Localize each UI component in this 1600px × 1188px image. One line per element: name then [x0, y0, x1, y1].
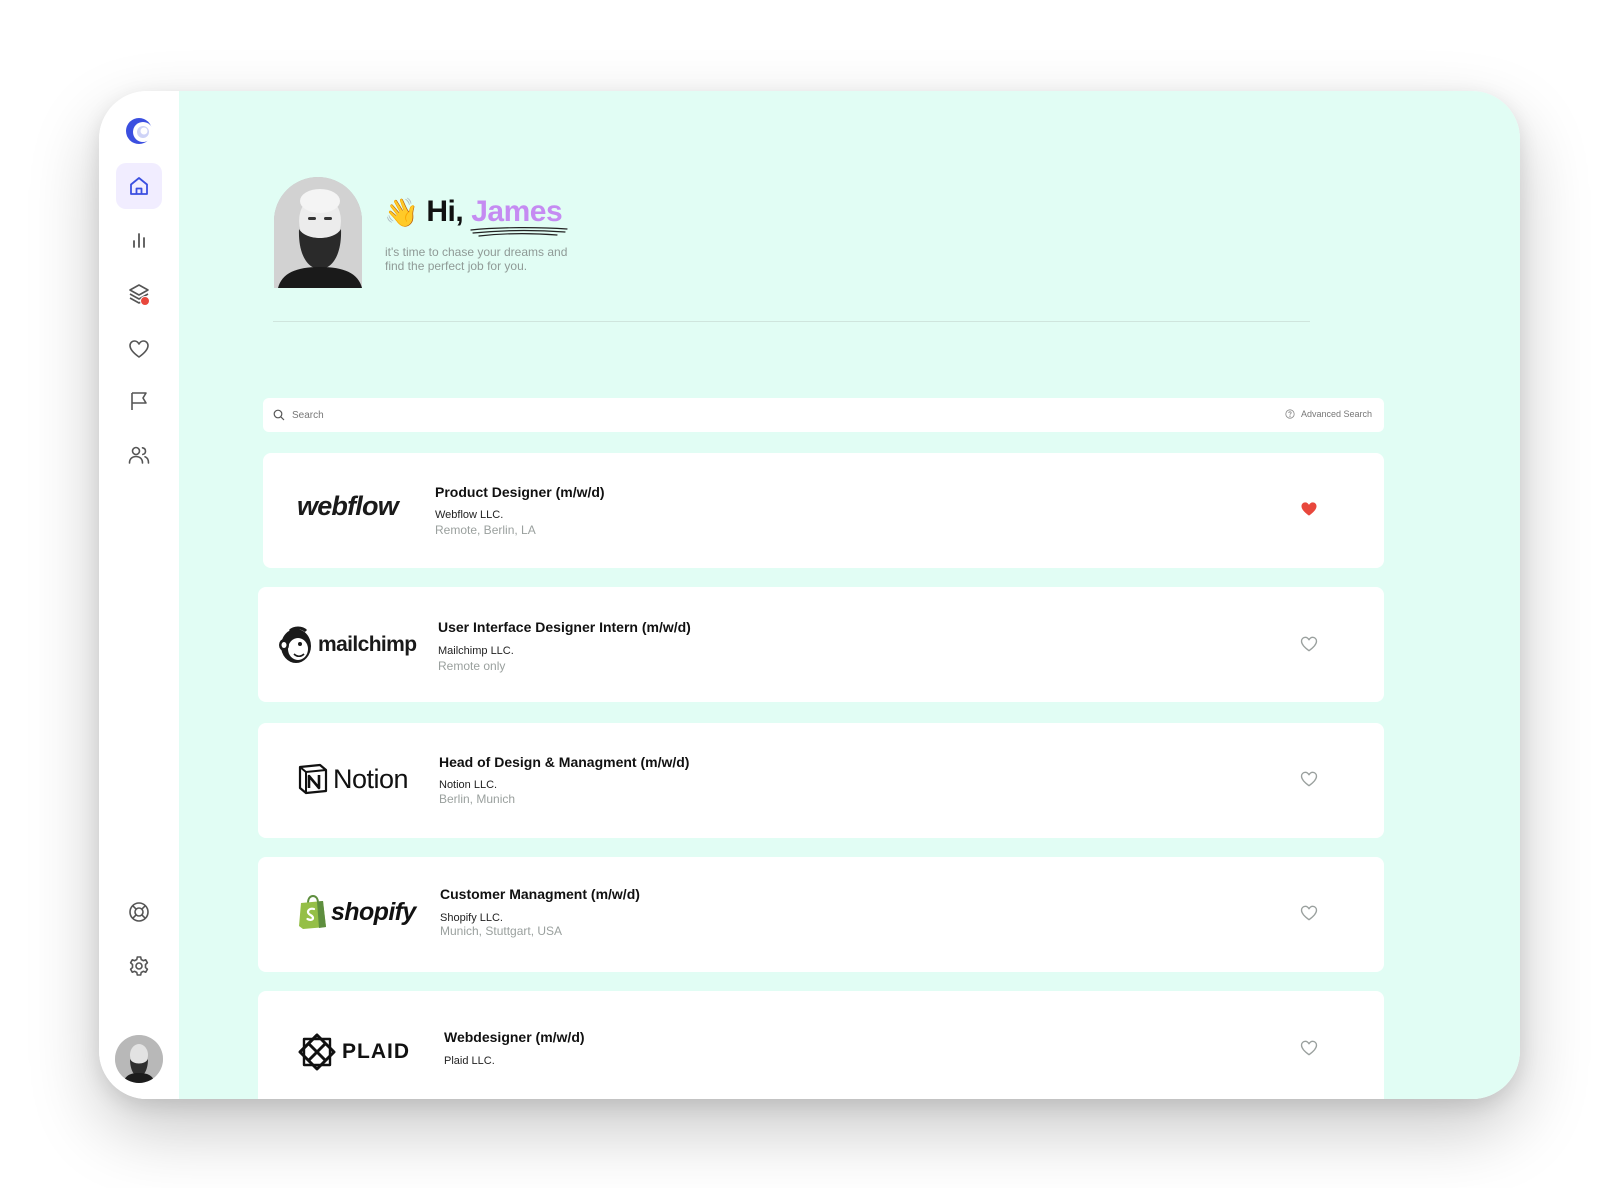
user-name: James: [471, 195, 563, 228]
notion-n-icon: [298, 763, 328, 795]
sidebar-item-layers[interactable]: [116, 271, 162, 317]
job-company: Notion LLC.: [439, 779, 498, 791]
settings-gear-icon: [129, 956, 149, 976]
heart-filled-icon: [1301, 502, 1317, 516]
favorite-button[interactable]: [1299, 499, 1319, 519]
favorite-button[interactable]: [1299, 634, 1319, 654]
section-divider: [273, 321, 1310, 322]
home-icon: [130, 177, 148, 195]
plaid-logo-text: PLAID: [342, 1040, 410, 1063]
users-icon: [128, 446, 150, 464]
heart-outline-icon: [1300, 905, 1318, 921]
job-card-notion[interactable]: Notion Head of Design & Managment (m/w/d…: [258, 723, 1384, 838]
shopify-bag-icon: [299, 895, 326, 929]
job-location: Remote only: [438, 659, 506, 673]
heart-icon: [129, 340, 149, 358]
heart-outline-icon: [1300, 771, 1318, 787]
job-location: Munich, Stuttgart, USA: [440, 924, 563, 938]
greeting-name: James: [470, 195, 568, 237]
greeting-hi: Hi,: [426, 195, 464, 228]
job-title[interactable]: Customer Managment (m/w/d): [440, 886, 640, 902]
notification-badge: [140, 296, 150, 306]
sidebar-item-stats[interactable]: [116, 217, 162, 263]
job-location: Berlin, Munich: [439, 792, 516, 806]
job-title[interactable]: Head of Design & Managment (m/w/d): [439, 754, 689, 770]
job-location: Remote, Berlin, LA: [435, 523, 536, 537]
help-circle-icon: [1285, 409, 1295, 419]
advanced-search-label: Advanced Search: [1300, 409, 1372, 419]
sidebar-item-favorites[interactable]: [116, 326, 162, 372]
shopify-logo-text: shopify: [331, 897, 416, 926]
bar-chart-icon: [133, 233, 145, 248]
notion-logo: Notion: [297, 763, 409, 795]
job-card-mailchimp[interactable]: mailchimp User Interface Designer Intern…: [258, 587, 1384, 702]
help-lifebuoy-icon: [129, 902, 149, 922]
job-title[interactable]: Webdesigner (m/w/d): [444, 1029, 585, 1045]
favorite-button[interactable]: [1299, 1038, 1319, 1058]
main-content: 👋 Hi, James it's time to chase your drea…: [179, 91, 1520, 1099]
profile-photo: [274, 177, 362, 288]
sidebar-item-settings[interactable]: [116, 943, 162, 989]
notion-logo-text: Notion: [333, 763, 409, 794]
advanced-search-link[interactable]: Advanced Search: [1285, 409, 1372, 419]
job-card-shopify[interactable]: shopify Customer Managment (m/w/d) Shopi…: [258, 857, 1384, 972]
job-company: Plaid LLC.: [444, 1055, 495, 1067]
mailchimp-freddie-icon: [279, 626, 311, 663]
mailchimp-logo: mailchimp: [276, 625, 417, 665]
heart-outline-icon: [1300, 636, 1318, 652]
plaid-pattern-icon: [298, 1033, 336, 1071]
job-title[interactable]: Product Designer (m/w/d): [435, 484, 605, 500]
search-bar: Advanced Search: [263, 398, 1384, 432]
webflow-logo-text: webflow: [297, 491, 399, 521]
tagline: it's time to chase your dreams and find …: [385, 245, 568, 273]
greeting-heading: 👋 Hi, James: [384, 195, 568, 237]
sidebar-item-help[interactable]: [116, 889, 162, 935]
job-card-plaid[interactable]: PLAID Webdesigner (m/w/d) Plaid LLC.: [258, 991, 1384, 1099]
sidebar-item-users[interactable]: [116, 432, 162, 478]
app-window: 👋 Hi, James it's time to chase your drea…: [99, 91, 1520, 1099]
sidebar-item-home[interactable]: [116, 163, 162, 209]
user-avatar[interactable]: [115, 1035, 163, 1083]
plaid-logo: PLAID: [298, 1033, 410, 1071]
job-title[interactable]: User Interface Designer Intern (m/w/d): [438, 619, 691, 635]
flag-icon: [131, 392, 147, 410]
brand-logo-icon[interactable]: [125, 117, 153, 145]
search-icon: [273, 409, 285, 421]
scribble-underline-icon: [470, 227, 568, 237]
sidebar-item-flags[interactable]: [116, 378, 162, 424]
job-company: Shopify LLC.: [440, 912, 503, 924]
job-company: Mailchimp LLC.: [438, 645, 514, 657]
job-card-webflow[interactable]: webflow Product Designer (m/w/d) Webflow…: [263, 453, 1384, 568]
search-input[interactable]: [290, 408, 1194, 422]
webflow-logo: webflow: [297, 491, 399, 522]
favorite-button[interactable]: [1299, 903, 1319, 923]
shopify-logo: shopify: [298, 895, 416, 929]
favorite-button[interactable]: [1299, 769, 1319, 789]
wave-emoji: 👋: [384, 196, 419, 228]
sidebar: [99, 91, 180, 1099]
mailchimp-logo-text: mailchimp: [318, 633, 417, 656]
heart-outline-icon: [1300, 1040, 1318, 1056]
job-company: Webflow LLC.: [435, 509, 504, 521]
